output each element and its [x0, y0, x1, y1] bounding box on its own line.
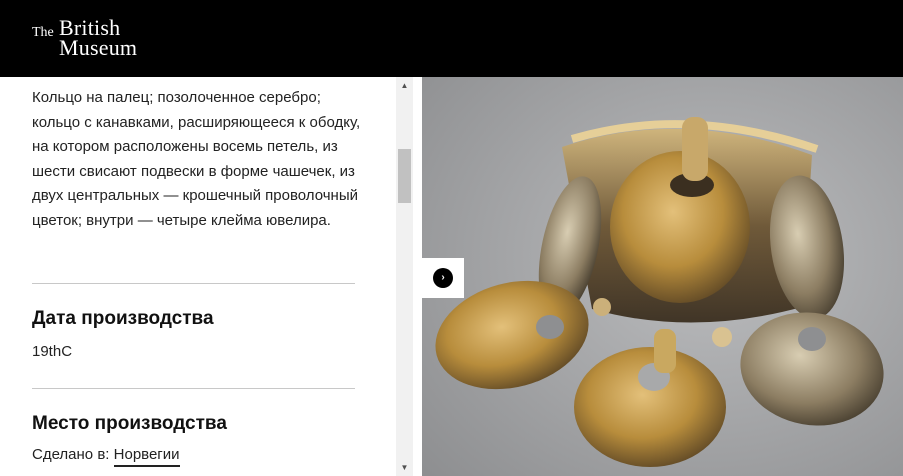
production-date-heading: Дата производства	[32, 308, 214, 329]
scroll-down-arrow-icon[interactable]: ▼	[396, 459, 413, 476]
ring-photo	[422, 77, 903, 476]
made-in-link[interactable]: Норвегии	[113, 446, 180, 467]
scrollbar-thumb[interactable]	[398, 149, 411, 203]
production-place-heading: Место производства	[32, 413, 227, 434]
object-details-panel: Кольцо на палец; позолоченное серебро; к…	[0, 77, 396, 476]
object-description: Кольцо на палец; позолоченное серебро; к…	[32, 89, 361, 229]
logo-museum: Museum	[59, 35, 138, 60]
details-scrollbar[interactable]: ▲ ▼	[396, 77, 413, 476]
next-image-button[interactable]: ›	[422, 258, 464, 298]
section-divider	[32, 388, 355, 389]
chevron-right-icon: ›	[433, 268, 453, 288]
logo-the: The	[32, 25, 54, 40]
panel-gap	[413, 77, 422, 476]
scroll-up-arrow-icon[interactable]: ▲	[396, 77, 413, 94]
made-in-row: Сделано в: Норвегии	[32, 446, 180, 467]
cut-off-text-row	[32, 471, 152, 476]
site-header: The British Museum	[0, 0, 903, 77]
section-divider	[32, 283, 355, 284]
made-in-label: Сделано в:	[32, 446, 110, 463]
production-date-value: 19thC	[32, 343, 73, 360]
object-image-viewer[interactable]	[422, 77, 903, 476]
